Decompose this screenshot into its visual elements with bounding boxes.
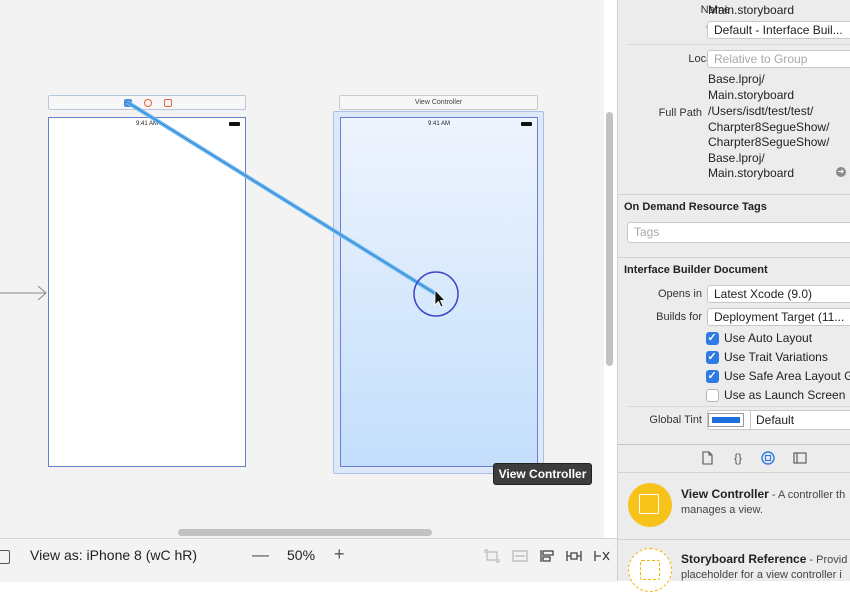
zoom-level[interactable]: 50% bbox=[287, 547, 315, 563]
divider bbox=[626, 406, 850, 407]
library-item-desc-line2: placeholder for a view controller i bbox=[681, 568, 842, 581]
library-item-storyboard-reference[interactable]: Storyboard Reference - Provid placeholde… bbox=[618, 548, 850, 606]
divider bbox=[750, 410, 751, 430]
segue-target-tooltip: View Controller bbox=[493, 463, 592, 485]
library-item-view-controller[interactable]: View Controller - A controller th manage… bbox=[618, 483, 850, 541]
use-as-launch-screen-checkbox[interactable] bbox=[706, 389, 719, 402]
use-auto-layout-label[interactable]: Use Auto Layout bbox=[724, 331, 812, 345]
braces-icon[interactable]: {} bbox=[731, 451, 745, 465]
canvas-vertical-scrollbar[interactable] bbox=[606, 112, 613, 366]
library-item-desc-line2: manages a view. bbox=[681, 503, 763, 516]
full-path-label: Full Path bbox=[658, 107, 702, 119]
full-path-value: /Users/isdt/test/test/ Charpter8SegueSho… bbox=[708, 104, 829, 182]
use-safe-area-checkbox[interactable] bbox=[706, 369, 719, 383]
zoom-in-button[interactable]: + bbox=[334, 544, 345, 565]
location-path-line: Main.storyboard bbox=[708, 87, 795, 102]
use-trait-variations-label[interactable]: Use Trait Variations bbox=[724, 350, 828, 364]
global-tint-label: Global Tint bbox=[649, 414, 702, 426]
use-auto-layout-checkbox[interactable] bbox=[706, 331, 719, 345]
tint-color-swatch[interactable] bbox=[708, 413, 744, 427]
align-icon[interactable] bbox=[539, 549, 555, 563]
full-path-line: /Users/isdt/test/test/ bbox=[708, 104, 814, 118]
use-trait-variations-checkbox[interactable] bbox=[706, 350, 719, 364]
divider bbox=[618, 194, 850, 195]
name-value: Main.storyboard bbox=[708, 3, 795, 17]
storyboard-canvas[interactable]: 9:41 AM View Controller 9:41 AM View Con… bbox=[0, 0, 604, 581]
use-as-launch-screen-label[interactable]: Use as Launch Screen bbox=[724, 388, 845, 402]
use-safe-area-label[interactable]: Use Safe Area Layout G bbox=[724, 369, 850, 383]
tags-field[interactable]: Tags bbox=[627, 222, 850, 243]
canvas-bottom-bar: View as: iPhone 8 (wC hR) — 50% + bbox=[0, 538, 617, 582]
library-item-title: View Controller bbox=[681, 487, 769, 501]
reveal-in-finder-icon[interactable]: ➜ bbox=[836, 167, 846, 177]
builds-for-label: Builds for bbox=[656, 311, 702, 323]
library-item-description: View Controller - A controller th manage… bbox=[681, 487, 845, 517]
opens-in-popup[interactable]: Latest Xcode (9.0) bbox=[707, 285, 850, 303]
library-tab-bar: {} bbox=[618, 446, 850, 472]
file-icon[interactable] bbox=[700, 451, 714, 465]
builds-for-popup[interactable]: Deployment Target (11... bbox=[707, 308, 850, 326]
update-frames-icon[interactable] bbox=[484, 549, 500, 563]
divider bbox=[626, 44, 850, 45]
view-as-device-label[interactable]: View as: iPhone 8 (wC hR) bbox=[30, 547, 197, 563]
type-popup[interactable]: Default - Interface Buil... bbox=[707, 21, 850, 39]
full-path-line: Base.lproj/ bbox=[708, 150, 765, 165]
full-path-line: Charpter8SegueShow/ bbox=[708, 119, 830, 134]
on-demand-section-title: On Demand Resource Tags bbox=[624, 201, 767, 213]
resolve-layout-issues-icon[interactable] bbox=[594, 549, 610, 563]
canvas-horizontal-scrollbar[interactable] bbox=[178, 529, 432, 536]
library-item-description: Storyboard Reference - Provid placeholde… bbox=[681, 552, 847, 582]
segue-drag-connection bbox=[125, 100, 459, 317]
location-popup[interactable]: Relative to Group bbox=[707, 50, 850, 68]
object-library-icon[interactable] bbox=[761, 451, 775, 465]
zoom-out-button[interactable]: — bbox=[252, 545, 269, 565]
full-path-line: Main.storyboard bbox=[708, 166, 795, 180]
mouse-pointer-icon bbox=[434, 289, 446, 308]
divider bbox=[618, 257, 850, 258]
file-inspector: Name Main.storyboard Type Default - Inte… bbox=[618, 0, 850, 592]
divider bbox=[618, 472, 850, 473]
storyboard-reference-icon bbox=[628, 548, 672, 592]
document-outline-toggle-icon[interactable] bbox=[0, 550, 10, 564]
divider bbox=[618, 539, 850, 540]
embed-in-stack-icon[interactable] bbox=[512, 549, 528, 563]
library-item-title: Storyboard Reference bbox=[681, 552, 807, 566]
library-item-desc-tail: - A controller th bbox=[768, 489, 846, 501]
library-item-desc-tail: - Provid bbox=[806, 554, 848, 566]
media-library-icon[interactable] bbox=[793, 451, 807, 465]
location-path: Base.lproj/ Main.storyboard bbox=[708, 72, 794, 103]
ib-document-section-title: Interface Builder Document bbox=[624, 264, 768, 276]
add-constraints-icon[interactable] bbox=[566, 549, 582, 563]
opens-in-label: Opens in bbox=[657, 288, 702, 300]
view-controller-icon bbox=[628, 483, 672, 527]
full-path-line: Charpter8SegueShow/ bbox=[708, 135, 830, 149]
divider bbox=[618, 444, 850, 445]
location-path-line: Base.lproj/ bbox=[708, 72, 765, 86]
